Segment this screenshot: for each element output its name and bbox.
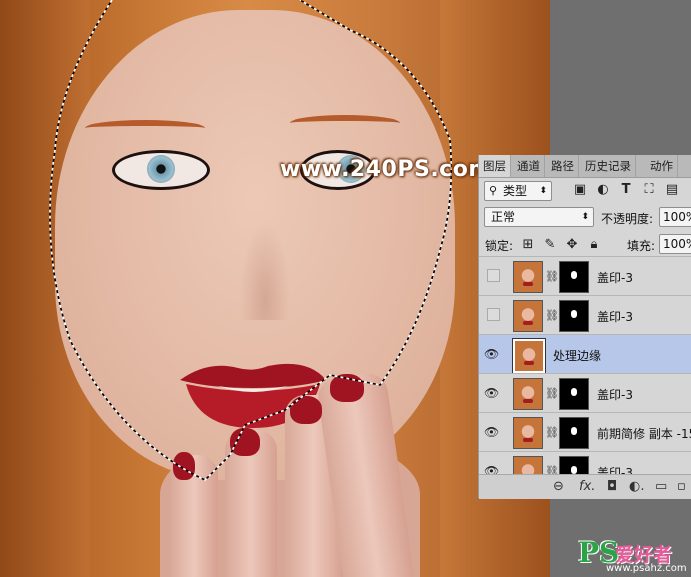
eye-icon[interactable]: 👁︎ [484, 386, 499, 400]
tab-history[interactable]: 历史记录 [581, 155, 636, 177]
photo-canvas[interactable]: www.240PS.com [0, 0, 550, 577]
opacity-label: 不透明度: [601, 212, 654, 226]
fill-value: 100% [663, 237, 691, 251]
tab-actions[interactable]: 动作 [646, 155, 678, 177]
right-eyebrow [290, 115, 400, 131]
fx-icon[interactable]: fx. [579, 479, 595, 494]
layer-thumbnail[interactable] [513, 261, 543, 293]
layer-thumbnail[interactable] [512, 338, 546, 374]
link-icon[interactable]: ⛓ [545, 387, 559, 400]
visibility-toggle[interactable] [487, 269, 500, 282]
layer-mask-thumbnail[interactable] [559, 300, 589, 332]
link-icon[interactable]: ⛓ [545, 309, 559, 322]
tab-channels[interactable]: 通道 [513, 155, 545, 177]
image-filter-icon[interactable]: ▣ [573, 182, 587, 198]
layer-thumbnail[interactable] [513, 300, 543, 332]
layer-row[interactable]: 👁︎ ⛓ 盖印-3 [479, 451, 691, 475]
eye-icon[interactable]: 👁︎ [484, 347, 499, 361]
layer-name[interactable]: 处理边缘 [553, 347, 601, 364]
link-icon[interactable]: ⛓ [545, 270, 559, 283]
layer-mask-thumbnail[interactable] [559, 378, 589, 410]
layer-name[interactable]: 盖印-3 [597, 308, 633, 325]
watermark-text: www.240PS.com [280, 157, 492, 182]
layer-row[interactable]: ⛓ 盖印-3 [479, 295, 691, 335]
lock-paint-icon[interactable]: ✎ [543, 237, 557, 253]
fill-input[interactable]: 100% [659, 234, 691, 254]
shape-filter-icon[interactable]: ⛶ [642, 182, 656, 198]
layer-thumbnail[interactable] [513, 417, 543, 449]
layer-row[interactable]: 👁︎ ⛓ 盖印-3 [479, 373, 691, 413]
left-eye [112, 150, 210, 190]
layer-name[interactable]: 盖印-3 [597, 269, 633, 286]
lock-label: 锁定: [485, 239, 514, 253]
visibility-toggle[interactable] [487, 308, 500, 321]
blend-mode-value: 正常 [491, 210, 516, 224]
new-group-icon[interactable]: ▭ [655, 479, 667, 494]
layer-row-selected[interactable]: 👁︎ 处理边缘 [479, 334, 691, 374]
adjustment-layer-icon[interactable]: ◐. [629, 479, 644, 494]
layer-row[interactable]: 👁︎ ⛓ 前期简修 副本 -15 [479, 412, 691, 452]
new-layer-icon[interactable]: ▫ [677, 479, 686, 494]
nail-1 [173, 452, 195, 480]
site-logo-url: www.psahz.com [606, 563, 687, 574]
nose-shadow [240, 220, 290, 320]
eye-icon[interactable]: 👁︎ [484, 425, 499, 439]
layer-filter-select[interactable]: ⚲ 类型 ⬍ [484, 181, 552, 201]
layer-name[interactable]: 盖印-3 [597, 386, 633, 403]
layer-name[interactable]: 前期简修 副本 -15 [597, 425, 691, 442]
type-filter-icon[interactable]: T [619, 182, 633, 198]
nail-3 [290, 396, 322, 424]
link-icon[interactable]: ⛓ [545, 426, 559, 439]
panel-bottom-bar: ⊖ fx. ◘ ◐. ▭ ▫ [479, 474, 691, 499]
tab-layers[interactable]: 图层 [479, 155, 511, 177]
layer-mask-thumbnail[interactable] [559, 456, 589, 475]
adjustment-filter-icon[interactable]: ◐ [596, 182, 610, 198]
chevron-updown-icon: ⬍ [539, 186, 547, 196]
fill-label: 填充: [627, 239, 656, 253]
search-icon: ⚲ [489, 184, 498, 197]
layer-thumbnail[interactable] [513, 456, 543, 475]
lock-transparent-icon[interactable]: ⊞ [521, 237, 535, 253]
lock-move-icon[interactable]: ✥ [565, 237, 579, 253]
smart-object-filter-icon[interactable]: ▤ [665, 182, 679, 198]
lock-all-icon[interactable]: 🔒︎ [587, 237, 601, 253]
layer-thumbnail[interactable] [513, 378, 543, 410]
layers-panel: 图层 通道 路径 历史记录 动作 ⚲ 类型 ⬍ ▣ ◐ T ⛶ ▤ 正常 ⬍ 不… [478, 155, 691, 499]
nail-4 [330, 374, 364, 402]
add-mask-icon[interactable]: ◘ [607, 479, 617, 494]
layer-mask-thumbnail[interactable] [559, 261, 589, 293]
blend-mode-select[interactable]: 正常 ⬍ [484, 207, 594, 227]
nail-2 [230, 428, 260, 456]
layer-row[interactable]: ⛓ 盖印-3 [479, 256, 691, 296]
opacity-value: 100% [663, 210, 691, 224]
left-eyebrow [85, 120, 205, 136]
panel-tabs: 图层 通道 路径 历史记录 动作 [479, 155, 691, 178]
link-icon[interactable]: ⊖ [553, 479, 564, 494]
tab-paths[interactable]: 路径 [547, 155, 579, 177]
filter-label: 类型 [503, 184, 528, 198]
chevron-updown-icon: ⬍ [581, 212, 589, 222]
opacity-input[interactable]: 100% [659, 207, 691, 227]
layer-mask-thumbnail[interactable] [559, 417, 589, 449]
